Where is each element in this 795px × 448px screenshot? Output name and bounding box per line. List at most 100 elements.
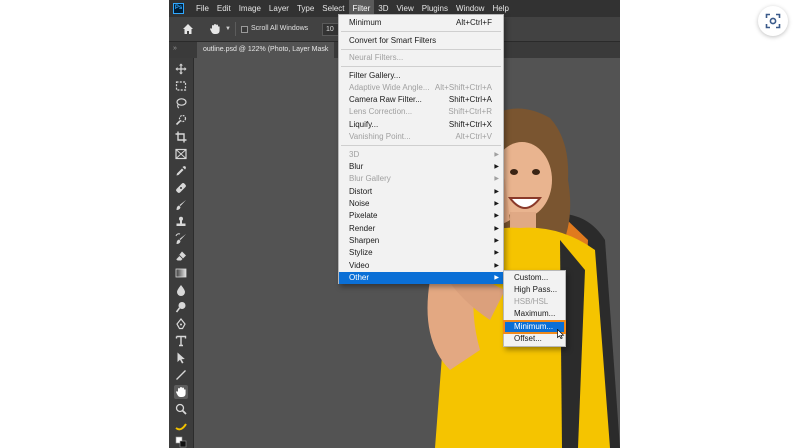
- menu-divider: [341, 49, 501, 50]
- eye-left: [510, 169, 518, 175]
- gradient-icon[interactable]: [174, 266, 188, 280]
- menu-item-label: Noise: [349, 199, 370, 208]
- menu-item-lens-correction[interactable]: Lens Correction... Shift+Ctrl+R: [339, 106, 503, 118]
- menu-item-other[interactable]: Other ▶: [339, 272, 503, 284]
- hand-icon[interactable]: [174, 385, 188, 399]
- menu-edit[interactable]: Edit: [213, 0, 235, 17]
- hand-tool-preset-icon[interactable]: [209, 23, 221, 35]
- options-divider: [235, 22, 236, 36]
- menu-item-label: Liquify...: [349, 120, 379, 129]
- frame-icon[interactable]: [174, 147, 188, 161]
- lasso-icon[interactable]: [174, 96, 188, 110]
- submenu-item-hsb-hsl[interactable]: HSB/HSL: [504, 296, 565, 308]
- screenshot-capture-button[interactable]: [758, 6, 788, 36]
- submenu-item-offset[interactable]: Offset...: [504, 333, 565, 345]
- eraser-icon[interactable]: [174, 249, 188, 263]
- history-brush-icon[interactable]: [174, 232, 188, 246]
- submenu-arrow-icon: ▶: [494, 176, 499, 182]
- submenu-arrow-icon: ▶: [494, 213, 499, 219]
- menu-item-filter-gallery[interactable]: Filter Gallery...: [339, 70, 503, 82]
- move-icon[interactable]: [174, 62, 188, 76]
- type-icon[interactable]: [174, 334, 188, 348]
- screenshot-frame: Ps File Edit Image Layer Type Select Fil…: [0, 0, 795, 448]
- submenu-item-maximum[interactable]: Maximum...: [504, 308, 565, 320]
- menu-item-blur-gallery[interactable]: Blur Gallery ▶: [339, 173, 503, 185]
- menu-item-label: Distort: [349, 187, 373, 196]
- menu-image[interactable]: Image: [235, 0, 265, 17]
- edit-toolbar-icon[interactable]: [174, 419, 188, 433]
- menu-layer[interactable]: Layer: [265, 0, 293, 17]
- menu-item-adaptive-wide-angle[interactable]: Adaptive Wide Angle... Alt+Shift+Ctrl+A: [339, 82, 503, 94]
- submenu-arrow-icon: ▶: [494, 152, 499, 158]
- submenu-arrow-icon: ▶: [494, 275, 499, 281]
- menu-divider: [341, 66, 501, 67]
- menu-item-label: Convert for Smart Filters: [349, 36, 437, 45]
- dodge-icon[interactable]: [174, 300, 188, 314]
- marquee-icon[interactable]: [174, 79, 188, 93]
- menu-item-label: Video: [349, 261, 370, 270]
- menu-item-blur[interactable]: Blur ▶: [339, 161, 503, 173]
- crop-icon[interactable]: [174, 130, 188, 144]
- line-icon[interactable]: [174, 368, 188, 382]
- menu-item-shortcut: Shift+Ctrl+A: [448, 95, 492, 104]
- menu-item-label: Other: [349, 273, 370, 282]
- healing-brush-icon[interactable]: [174, 181, 188, 195]
- menu-item-convert-smart-filters[interactable]: Convert for Smart Filters: [339, 35, 503, 47]
- menu-divider: [341, 31, 501, 32]
- menu-item-label: Blur Gallery: [349, 174, 391, 183]
- menu-item-sharpen[interactable]: Sharpen ▶: [339, 235, 503, 247]
- menu-item-video[interactable]: Video ▶: [339, 260, 503, 272]
- eyedropper-icon[interactable]: [174, 164, 188, 178]
- menu-item-neural-filters[interactable]: Neural Filters...: [339, 52, 503, 64]
- menu-item-label: Blur: [349, 162, 364, 171]
- submenu-arrow-icon: ▶: [494, 263, 499, 269]
- color-swatches-icon[interactable]: [174, 435, 188, 448]
- pen-icon[interactable]: [174, 317, 188, 331]
- document-tab[interactable]: outline.psd @ 122% (Photo, Layer Mask: [197, 42, 335, 58]
- menu-item-vanishing-point[interactable]: Vanishing Point... Alt+Ctrl+V: [339, 131, 503, 143]
- scroll-all-windows-checkbox[interactable]: [241, 26, 248, 33]
- menu-type[interactable]: Type: [293, 0, 318, 17]
- submenu-item-high-pass[interactable]: High Pass...: [504, 284, 565, 296]
- menu-item-camera-raw-filter[interactable]: Camera Raw Filter... Shift+Ctrl+A: [339, 94, 503, 106]
- quick-select-icon[interactable]: [174, 113, 188, 127]
- submenu-arrow-icon: ▶: [494, 164, 499, 170]
- menu-item-label: Lens Correction...: [349, 107, 413, 116]
- blur-icon[interactable]: [174, 283, 188, 297]
- eye-right: [532, 169, 540, 175]
- path-select-icon[interactable]: [174, 351, 188, 365]
- menu-item-label: Neural Filters...: [349, 53, 404, 62]
- menu-item-render[interactable]: Render ▶: [339, 223, 503, 235]
- zoom-icon[interactable]: [174, 402, 188, 416]
- menu-item-distort[interactable]: Distort ▶: [339, 186, 503, 198]
- menu-item-label: Sharpen: [349, 236, 380, 245]
- menu-item-label: Adaptive Wide Angle...: [349, 83, 430, 92]
- submenu-item-custom[interactable]: Custom...: [504, 272, 565, 284]
- menu-item-liquify[interactable]: Liquify... Shift+Ctrl+X: [339, 119, 503, 131]
- submenu-arrow-icon: ▶: [494, 189, 499, 195]
- collapse-panel-icon[interactable]: »: [173, 45, 177, 52]
- menu-item-last-filter[interactable]: Minimum Alt+Ctrl+F: [339, 17, 503, 29]
- capture-icon: [765, 13, 781, 29]
- menu-divider: [341, 145, 501, 146]
- submenu-item-minimum[interactable]: Minimum...: [503, 320, 566, 334]
- submenu-arrow-icon: ▶: [494, 226, 499, 232]
- submenu-arrow-icon: ▶: [494, 250, 499, 256]
- scroll-all-windows-label: Scroll All Windows: [251, 25, 309, 32]
- menu-item-label: Render: [349, 224, 376, 233]
- menu-item-stylize[interactable]: Stylize ▶: [339, 247, 503, 259]
- menu-item-label: Minimum: [349, 18, 382, 27]
- menu-file[interactable]: File: [192, 0, 213, 17]
- menu-item-label: Vanishing Point...: [349, 132, 411, 141]
- menu-item-pixelate[interactable]: Pixelate ▶: [339, 210, 503, 222]
- chevron-down-icon[interactable]: ▼: [225, 26, 231, 32]
- home-icon[interactable]: [182, 23, 194, 35]
- menu-item-noise[interactable]: Noise ▶: [339, 198, 503, 210]
- menu-item-label: Camera Raw Filter...: [349, 95, 422, 104]
- menu-item-3d[interactable]: 3D ▶: [339, 149, 503, 161]
- brush-icon[interactable]: [174, 198, 188, 212]
- menu-item-label: 3D: [349, 150, 360, 159]
- menu-item-label: Stylize: [349, 248, 373, 257]
- submenu-arrow-icon: ▶: [494, 238, 499, 244]
- stamp-icon[interactable]: [174, 215, 188, 229]
